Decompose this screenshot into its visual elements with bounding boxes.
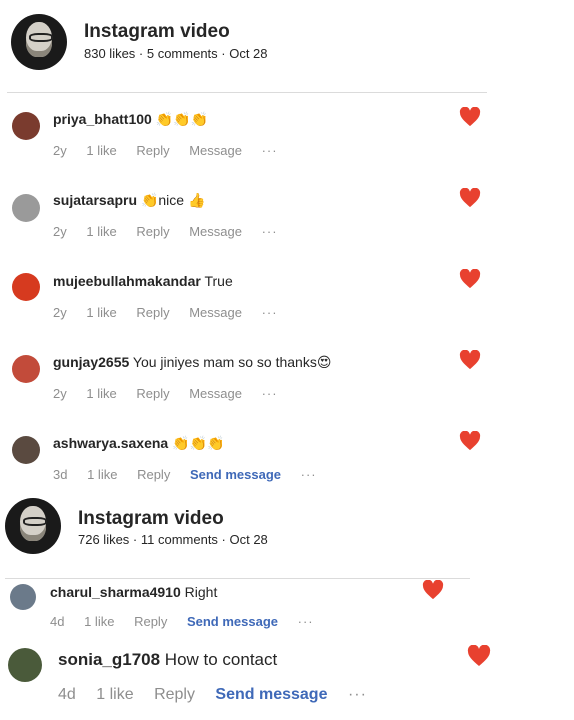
heart-icon[interactable]	[459, 188, 481, 208]
comment-text: nice	[158, 192, 185, 208]
comment-likes[interactable]: 1 like	[87, 467, 117, 482]
clap-emoji: 👏👏👏	[155, 112, 209, 128]
comment-text: You jiniyes mam so so thanks	[132, 354, 317, 370]
post-title[interactable]: Instagram video	[84, 21, 230, 43]
comment-username[interactable]: priya_bhatt100	[53, 111, 152, 127]
comment-meta: 4d 1 like Reply Send message ···	[58, 686, 383, 704]
comment-age: 4d	[58, 686, 76, 703]
comment-avatar[interactable]	[10, 584, 36, 610]
comment-line: ashwarya.saxena 👏👏👏	[53, 435, 224, 452]
heart-icon[interactable]	[422, 580, 444, 600]
comment-age: 2y	[53, 305, 67, 320]
clap-emoji: 👏	[140, 193, 159, 209]
comment-text: Right	[184, 584, 218, 600]
comment-line: gunjay2655 You jiniyes mam so so thanks😍	[53, 354, 331, 371]
comment-avatar[interactable]	[12, 194, 40, 222]
comment-likes[interactable]: 1 like	[86, 305, 116, 320]
send-message-button[interactable]: Send message	[190, 467, 281, 482]
comment-meta: 4d 1 like Reply Send message ···	[50, 614, 330, 629]
comment-username[interactable]: sujatarsapru	[53, 192, 137, 208]
divider	[7, 92, 487, 93]
reply-button[interactable]: Reply	[136, 386, 169, 401]
heart-icon[interactable]	[467, 645, 491, 667]
message-button[interactable]: Message	[189, 386, 242, 401]
thumbs-up-emoji: 👍	[187, 193, 206, 209]
reply-button[interactable]: Reply	[134, 614, 167, 629]
comment-meta: 2y 1 like Reply Message ···	[53, 143, 294, 158]
post-meta: 830 likes · 5 comments · Oct 28	[84, 46, 268, 61]
comment-username[interactable]: gunjay2655	[53, 354, 129, 370]
post-title[interactable]: Instagram video	[78, 508, 224, 530]
comment-age: 2y	[53, 386, 67, 401]
heart-icon[interactable]	[459, 350, 481, 370]
comment-line: priya_bhatt100 👏👏👏	[53, 111, 208, 128]
clap-emoji: 👏👏👏	[172, 436, 225, 452]
comment-meta: 2y 1 like Reply Message ···	[53, 224, 294, 239]
comment-avatar[interactable]	[12, 273, 40, 301]
comment-likes[interactable]: 1 like	[86, 143, 116, 158]
comment-likes[interactable]: 1 like	[84, 614, 114, 629]
send-message-button[interactable]: Send message	[187, 614, 278, 629]
comment-likes[interactable]: 1 like	[86, 224, 116, 239]
comment-line: mujeebullahmakandar True	[53, 273, 233, 289]
comment-text: True	[204, 273, 233, 289]
comment-meta: 2y 1 like Reply Message ···	[53, 386, 294, 401]
comment-username[interactable]: sonia_g1708	[58, 650, 160, 669]
comment-age: 2y	[53, 224, 67, 239]
comment-meta: 2y 1 like Reply Message ···	[53, 305, 294, 320]
more-options-icon[interactable]: ···	[262, 386, 278, 401]
more-options-icon[interactable]: ···	[262, 305, 278, 320]
post-meta: 726 likes · 11 comments · Oct 28	[78, 532, 268, 547]
heart-eyes-emoji: 😍	[316, 355, 332, 371]
comment-line: sonia_g1708 How to contact	[58, 650, 277, 670]
more-options-icon[interactable]: ···	[301, 467, 317, 482]
message-button[interactable]: Message	[189, 143, 242, 158]
comment-age: 4d	[50, 614, 65, 629]
comment-age: 2y	[53, 143, 67, 158]
reply-button[interactable]: Reply	[136, 224, 169, 239]
comment-text: How to contact	[164, 650, 278, 669]
more-options-icon[interactable]: ···	[298, 614, 314, 629]
post-avatar[interactable]	[5, 498, 61, 554]
message-button[interactable]: Message	[189, 224, 242, 239]
heart-icon[interactable]	[459, 269, 481, 289]
reply-button[interactable]: Reply	[137, 467, 170, 482]
comment-meta: 3d 1 like Reply Send message ···	[53, 467, 333, 482]
comment-line: sujatarsapru 👏nice 👍	[53, 192, 205, 209]
comment-username[interactable]: charul_sharma4910	[50, 584, 181, 600]
heart-icon[interactable]	[459, 431, 481, 451]
comment-avatar[interactable]	[12, 436, 40, 464]
comment-username[interactable]: mujeebullahmakandar	[53, 273, 201, 289]
divider	[5, 578, 470, 579]
comment-line: charul_sharma4910 Right	[50, 584, 217, 600]
comment-likes[interactable]: 1 like	[86, 386, 116, 401]
reply-button[interactable]: Reply	[136, 305, 169, 320]
comment-avatar[interactable]	[8, 648, 42, 682]
more-options-icon[interactable]: ···	[262, 143, 278, 158]
comment-username[interactable]: ashwarya.saxena	[53, 435, 168, 451]
send-message-button[interactable]: Send message	[215, 686, 327, 703]
message-button[interactable]: Message	[189, 305, 242, 320]
heart-icon[interactable]	[459, 107, 481, 127]
comment-avatar[interactable]	[12, 112, 40, 140]
comment-age: 3d	[53, 467, 68, 482]
reply-button[interactable]: Reply	[154, 686, 195, 703]
comment-avatar[interactable]	[12, 355, 40, 383]
more-options-icon[interactable]: ···	[262, 224, 278, 239]
comment-likes[interactable]: 1 like	[96, 686, 133, 703]
more-options-icon[interactable]: ···	[348, 686, 367, 703]
post-avatar[interactable]	[11, 14, 67, 70]
reply-button[interactable]: Reply	[136, 143, 169, 158]
